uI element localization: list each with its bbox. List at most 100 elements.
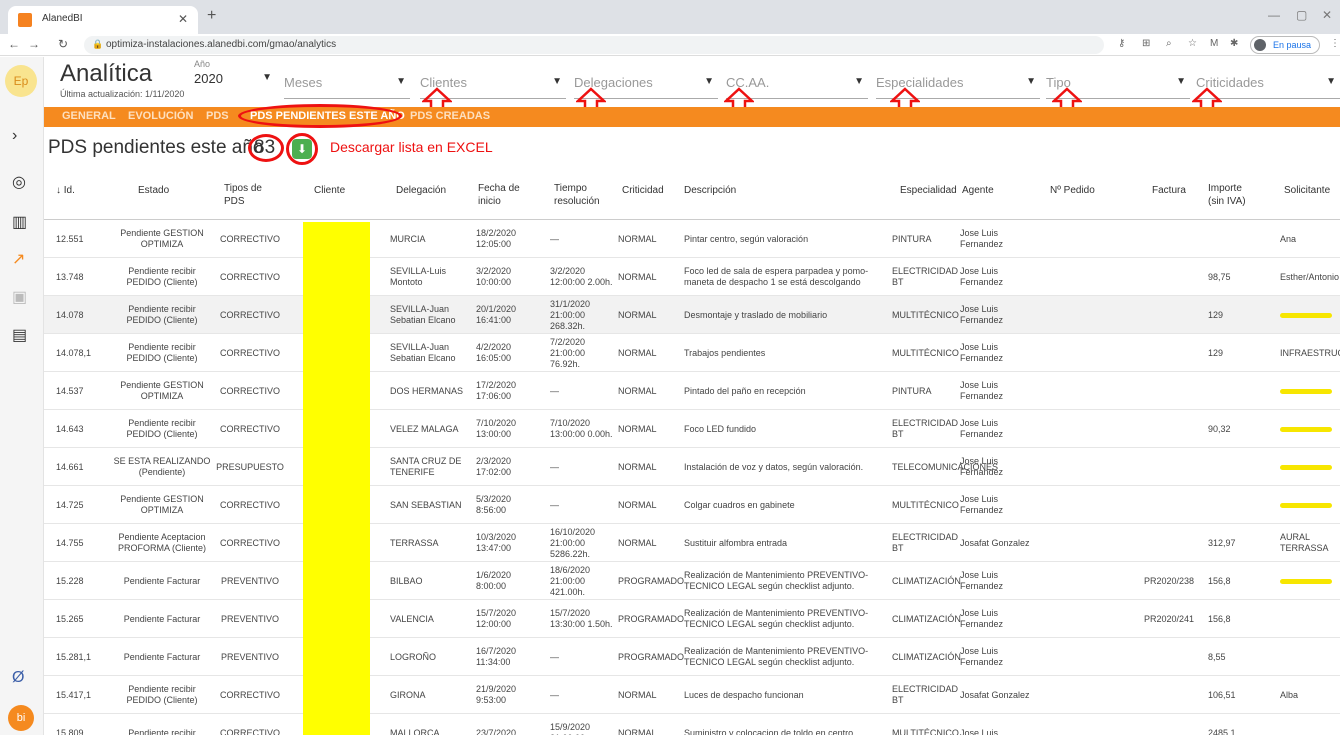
tab-general[interactable]: GENERAL (62, 110, 116, 122)
cell-agente: Jose Luis Fernandez (960, 570, 1004, 591)
clipboard-icon[interactable]: ▤ (12, 325, 27, 345)
col-estado[interactable]: Estado (138, 184, 169, 197)
col-descripcion[interactable]: Descripción (684, 184, 736, 197)
col-importe[interactable]: Importe (sin IVA) (1208, 182, 1260, 208)
extension-icon[interactable]: M (1210, 38, 1218, 49)
col-factura[interactable]: Factura (1152, 184, 1186, 197)
cell-id: 14.725 (56, 499, 84, 510)
table-row[interactable]: 14.661 SE ESTA REALIZANDO (Pendiente) PRES… (44, 448, 1340, 486)
table-row[interactable]: 14.725 Pendiente GESTION OPTIMIZA CORRECTI… (44, 486, 1340, 524)
cell-factura (1144, 676, 1208, 714)
restore-icon[interactable]: ▢ (1296, 8, 1307, 22)
cell-agente: Jose Luis Fernandez (960, 418, 1004, 439)
table-row[interactable]: 13.748 Pendiente recibir PEDIDO (Cliente)… (44, 258, 1340, 296)
cell-factura (1144, 714, 1208, 735)
cell-agente: Jose Luis (960, 727, 999, 735)
col-cliente[interactable]: Cliente (314, 184, 345, 197)
cell-estado: Pendiente Aceptacion PROFORMA (Cliente) (117, 532, 206, 553)
url-text: optimiza-instalaciones.alanedbi.com/gmao… (106, 39, 337, 50)
table-row[interactable]: 14.643 Pendiente recibir PEDIDO (Cliente)… (44, 410, 1340, 448)
cell-tiempo: — (550, 233, 559, 244)
browser-tab[interactable]: AlanedBI ✕ (8, 6, 198, 34)
cell-delegacion: TERRASSA (390, 537, 439, 548)
cell-solicitante: Ana (1280, 233, 1297, 244)
close-window-icon[interactable]: ✕ (1322, 8, 1332, 22)
forward-icon[interactable]: → (28, 37, 40, 51)
key-icon[interactable]: ⚷ (1118, 38, 1125, 49)
table-row[interactable]: 14.078,1 Pendiente recibir PEDIDO (Client… (44, 334, 1340, 372)
reload-icon[interactable]: ↻ (58, 37, 68, 51)
bar-chart-icon[interactable]: ▥ (12, 212, 27, 232)
star-icon[interactable]: ☆ (1188, 38, 1197, 49)
cell-solicitante (1280, 714, 1340, 735)
cell-factura (1144, 220, 1208, 258)
tab-pds-creadas[interactable]: PDS CREADAS (410, 110, 490, 122)
cell-estado: Pendiente GESTION OPTIMIZA (120, 494, 204, 515)
cell-descripcion: Pintado del paño en recepción (684, 385, 806, 396)
col-agente[interactable]: Agente (962, 184, 994, 197)
col-criticidad[interactable]: Criticidad (622, 184, 664, 197)
months-value: Meses (284, 75, 323, 90)
cell-descripcion: Luces de despacho funcionan (684, 689, 804, 700)
cell-tipo: CORRECTIVO (219, 727, 280, 735)
year-select[interactable]: Año 2020 ▼ (194, 59, 284, 99)
table-row[interactable]: 15.265 Pendiente Facturar PREVENTIVO VALENC… (44, 600, 1340, 638)
tab-evolucion[interactable]: EVOLUCIÓN (128, 110, 193, 122)
puzzle-icon[interactable]: ✱ (1230, 38, 1238, 49)
table-row[interactable]: 14.537 Pendiente GESTION OPTIMIZA CORRECTI… (44, 372, 1340, 410)
address-bar: ← → ↻ 🔒 optimiza-instalaciones.alanedbi.… (0, 34, 1340, 56)
tab-pds[interactable]: PDS (206, 110, 229, 122)
chevron-down-icon: ▼ (552, 76, 562, 87)
table-row[interactable]: 15.417,1 Pendiente recibir PEDIDO (Client… (44, 676, 1340, 714)
redaction-scribble (1280, 389, 1332, 394)
badge-icon[interactable]: ▣ (12, 287, 27, 307)
cell-id: 15.265 (56, 613, 84, 624)
col-solicitante[interactable]: Solicitante (1284, 184, 1330, 197)
profile-icon (1254, 39, 1266, 51)
back-icon[interactable]: ← (8, 37, 20, 51)
cell-agente: Jose Luis Fernandez (960, 342, 1004, 363)
year-label: Año (194, 59, 211, 69)
cell-tipo: PREVENTIVO (220, 613, 279, 624)
col-pedido[interactable]: Nº Pedido (1050, 184, 1095, 197)
table-row[interactable]: 15.809 Pendiente recibir CORRECTIVO MALLORC… (44, 714, 1340, 735)
location-icon[interactable]: ◎ (12, 172, 26, 192)
profile-paused-button[interactable]: En pausa (1250, 36, 1320, 54)
redaction-scribble (1280, 579, 1332, 584)
download-excel-label: Descargar lista en EXCEL (330, 139, 493, 155)
close-tab-icon[interactable]: ✕ (178, 12, 188, 26)
table-row[interactable]: 14.078 Pendiente recibir PEDIDO (Cliente)… (44, 296, 1340, 334)
cell-descripcion: Foco LED fundido (684, 423, 757, 434)
months-select[interactable]: Meses ▼ (284, 63, 410, 99)
table-row[interactable]: 15.281,1 Pendiente Facturar PREVENTIVO LOGR… (44, 638, 1340, 676)
cell-estado: Pendiente recibir PEDIDO (Cliente) (126, 342, 198, 363)
cell-criticidad: NORMAL (618, 233, 657, 244)
col-delegacion[interactable]: Delegación (396, 184, 446, 197)
cell-criticidad: PROGRAMADO (618, 651, 685, 662)
table-row[interactable]: 15.228 Pendiente Facturar PREVENTIVO BILBAO… (44, 562, 1340, 600)
new-tab-icon[interactable]: + (207, 7, 216, 25)
year-value: 2020 (194, 71, 223, 86)
minimize-icon[interactable]: — (1268, 8, 1280, 22)
zoom-icon[interactable]: ⌕ (1166, 38, 1172, 49)
cell-fecha: 1/6/2020 8:00:00 (476, 570, 512, 591)
chevron-right-icon[interactable]: › (12, 127, 17, 145)
trend-chart-icon[interactable]: ↗ (12, 249, 25, 269)
menu-dots-icon[interactable]: ⋮ (1330, 38, 1340, 49)
cell-factura (1144, 410, 1208, 448)
table-row[interactable]: 14.755 Pendiente Aceptacion PROFORMA (Cli… (44, 524, 1340, 562)
col-tipos[interactable]: Tipos de PDS (224, 182, 276, 208)
url-field[interactable]: 🔒 optimiza-instalaciones.alanedbi.com/gm… (84, 36, 1104, 54)
col-especialidad[interactable]: Especialidad (900, 184, 957, 197)
cell-fecha: 7/10/2020 13:00:00 (476, 418, 517, 439)
table-row[interactable]: 12.551 Pendiente GESTION OPTIMIZA CORRECTI… (44, 220, 1340, 258)
col-tiempo[interactable]: Tiempo resolución (554, 182, 608, 208)
translate-icon[interactable]: ⊞ (1142, 38, 1150, 49)
cell-criticidad: NORMAL (618, 461, 657, 472)
annotation-circle (286, 133, 318, 165)
cell-importe: 8,55 (1208, 651, 1226, 662)
avatar[interactable]: Ep (5, 65, 37, 97)
col-fecha[interactable]: Fecha de inicio (478, 182, 522, 208)
cell-pedido (1044, 714, 1124, 735)
col-id[interactable]: ↓ Id. (56, 184, 75, 197)
